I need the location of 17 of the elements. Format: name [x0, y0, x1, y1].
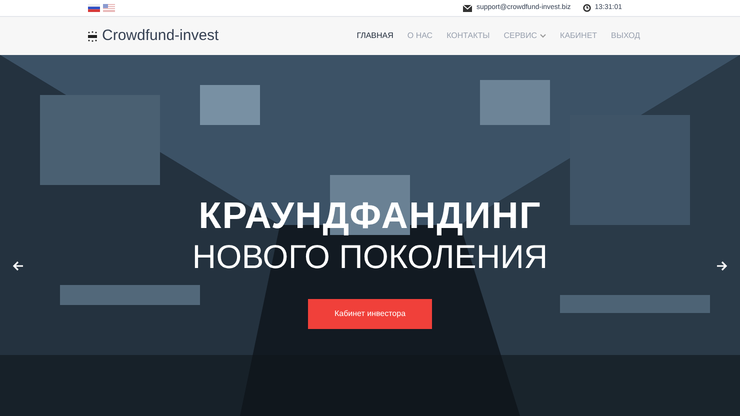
logo-icon: [88, 30, 97, 42]
nav-link[interactable]: ВЫХОД: [611, 30, 640, 42]
nav-link[interactable]: ГЛАВНАЯ: [356, 30, 394, 42]
hero-title: КРАУНДФАНДИНГ: [198, 195, 542, 237]
hero-subtitle: НОВОГО ПОКОЛЕНИЯ: [192, 237, 548, 277]
mail-icon: [463, 4, 472, 12]
next-arrow-icon[interactable]: [716, 261, 728, 271]
nav-link[interactable]: КАБИНЕТ: [560, 30, 598, 42]
investor-cabinet-button[interactable]: Кабинет инвестора: [308, 299, 432, 329]
flag-icon[interactable]: [88, 4, 100, 12]
nav-link[interactable]: СЕРВИС: [504, 30, 546, 42]
previous-arrow-icon[interactable]: [12, 261, 24, 271]
nav-link[interactable]: О НАС: [407, 30, 433, 42]
nav-link[interactable]: КОНТАКТЫ: [446, 30, 490, 42]
flag-icon[interactable]: [103, 4, 115, 12]
clock-icon: [582, 4, 591, 12]
site-logo[interactable]: Crowdfund-invest: [102, 24, 219, 48]
